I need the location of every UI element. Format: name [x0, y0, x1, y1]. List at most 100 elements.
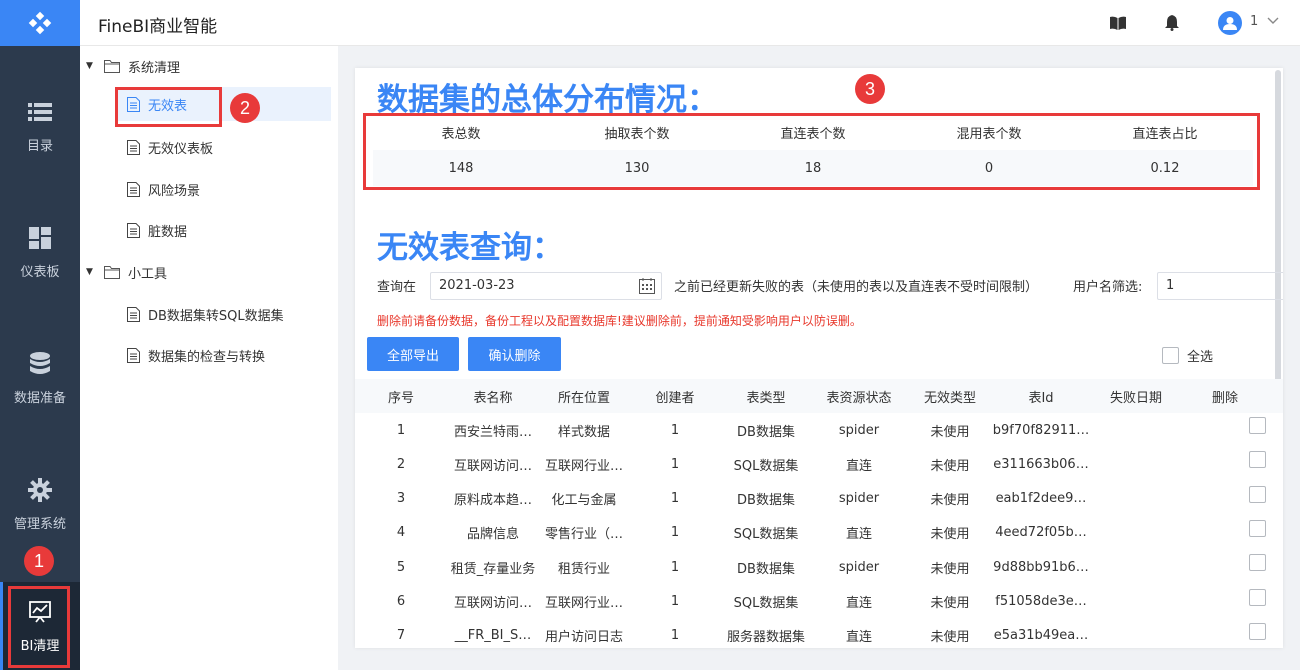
avatar[interactable] — [1218, 11, 1242, 35]
dashboard-icon — [27, 225, 53, 251]
column-header: 创建者 — [655, 390, 695, 406]
table-cell: 未使用 — [930, 527, 970, 543]
chevron-down-icon[interactable] — [1266, 12, 1280, 31]
app-logo[interactable] — [0, 0, 80, 46]
table-cell: 1 — [670, 559, 680, 575]
column-header: 无效类型 — [923, 390, 976, 406]
query-suffix-label: 之前已经更新失败的表（未使用的表以及直连表不受时间限制） — [674, 280, 1039, 295]
user-filter-input[interactable]: 1 — [1157, 272, 1283, 300]
callout-badge-2: 2 — [230, 93, 260, 123]
column-header: 表Id — [1028, 390, 1054, 406]
export-all-button[interactable]: 全部导出 — [367, 337, 459, 371]
row-delete-checkbox[interactable] — [1249, 519, 1266, 537]
table-header: 序号 表名称 所在位置 创建者 表类型 表资源状态 无效类型 表Id 失败日期 … — [355, 379, 1283, 413]
callout-box-invalid-table — [115, 87, 222, 127]
tree-item-label: 无效仪表板 — [148, 141, 214, 157]
nav-item-admin[interactable]: 管理系统 — [0, 454, 80, 554]
caret-down-icon: ▼ — [86, 61, 93, 71]
select-all-label: 全选 — [1187, 350, 1214, 365]
table-row: 3 原料成本趋… 化工与金属 1 DB数据集 spider 未使用 eab1f2dee9… — [355, 482, 1283, 516]
user-filter-label: 用户名筛选: — [1073, 280, 1143, 295]
row-delete-checkbox[interactable] — [1249, 554, 1266, 572]
section-title-query: 无效表查询： — [377, 230, 563, 266]
table-cell: 4eed72f05b… — [995, 525, 1087, 541]
table-cell: SQL数据集 — [733, 596, 799, 611]
callout-badge-1: 1 — [24, 546, 54, 576]
table-cell: 租赁行业 — [557, 561, 610, 577]
callout-box-stats — [363, 113, 1260, 190]
table-cell: 未使用 — [930, 561, 970, 577]
tree-item-label: 脏数据 — [148, 224, 188, 240]
tree-group-system-clean[interactable]: ▼ 系统清理 — [86, 49, 180, 83]
tree-item-label: 数据集的检查与转换 — [148, 349, 266, 365]
logo-icon — [28, 11, 52, 35]
table-cell: SQL数据集 — [733, 458, 799, 474]
table-cell: 未使用 — [930, 493, 970, 509]
column-header: 删除 — [1211, 390, 1238, 406]
nav-label: 数据准备 — [13, 390, 66, 406]
nav-item-data-prep[interactable]: 数据准备 — [0, 328, 80, 428]
tree-group-tools[interactable]: ▼ 小工具 — [86, 255, 167, 289]
select-all-checkbox[interactable] — [1162, 347, 1179, 364]
table-cell: e311663b06… — [993, 456, 1089, 472]
tree-item-dirty-data[interactable]: 脏数据 — [127, 213, 187, 247]
list-icon — [27, 99, 53, 125]
row-delete-checkbox[interactable] — [1249, 485, 1266, 503]
table-cell: 直连 — [845, 596, 872, 611]
user-icon — [1223, 17, 1237, 30]
document-icon — [127, 347, 140, 363]
nav-item-dashboard[interactable]: 仪表板 — [0, 202, 80, 302]
table-cell: 原料成本趋… — [453, 493, 532, 509]
document-icon — [127, 222, 140, 238]
table-cell: 1 — [670, 456, 680, 472]
folder-icon — [104, 265, 120, 279]
tree-panel: ▼ 系统清理 无效表 无效仪表板 风险场景 脏数据 ▼ 小工具 DB数据集转SQ… — [80, 46, 338, 670]
scrollbar[interactable] — [1275, 70, 1281, 405]
table-cell: 1 — [670, 525, 680, 541]
user-name[interactable]: 1 — [1250, 14, 1258, 29]
table-cell: 未使用 — [930, 458, 970, 474]
folder-icon — [104, 59, 120, 73]
table-cell: DB数据集 — [737, 493, 795, 509]
table-cell: 6 — [396, 594, 406, 609]
table-cell: 西安兰特雨… — [453, 424, 532, 440]
table-cell: 互联网访问… — [453, 596, 532, 611]
table-cell: eab1f2dee9… — [995, 491, 1087, 507]
tree-item-db-to-sql[interactable]: DB数据集转SQL数据集 — [127, 297, 284, 331]
table-row: 4 品牌信息 零售行业（… 1 SQL数据集 直连 未使用 4eed72f05b… — [355, 516, 1283, 550]
nav-label: 管理系统 — [13, 516, 66, 532]
date-input[interactable]: 2021-03-23 — [430, 272, 662, 300]
main-content: 数据集的总体分布情况： 表总数 抽取表个数 直连表个数 混用表个数 直连表占比 … — [355, 68, 1283, 648]
table-row: 5 租赁_存量业务 租赁行业 1 DB数据集 spider 未使用 9d88bb91b6… — [355, 550, 1283, 584]
table-cell: 用户访问日志 — [544, 630, 623, 646]
table-cell: 9d88bb91b6… — [993, 559, 1089, 575]
callout-box-bi-clean — [8, 586, 70, 668]
table-row: 2 互联网访问… 互联网行业… 1 SQL数据集 直连 未使用 e311663b06… — [355, 447, 1283, 481]
table-cell: 未使用 — [930, 596, 970, 611]
top-header: FineBI商业智能 1 — [80, 0, 1300, 46]
tree-item-invalid-dashboard[interactable]: 无效仪表板 — [127, 130, 213, 164]
tree-item-risk-scene[interactable]: 风险场景 — [127, 172, 200, 206]
select-all[interactable]: 全选 — [1162, 346, 1213, 365]
table-cell — [1089, 619, 1183, 648]
row-delete-checkbox[interactable] — [1249, 588, 1266, 606]
callout-badge-3: 3 — [855, 74, 885, 104]
bell-icon[interactable] — [1162, 13, 1182, 33]
book-icon[interactable] — [1108, 13, 1128, 33]
table-cell: 2 — [396, 456, 406, 472]
document-icon — [127, 139, 140, 155]
row-delete-checkbox[interactable] — [1249, 622, 1266, 640]
nav-item-catalog[interactable]: 目录 — [0, 76, 80, 176]
row-delete-checkbox[interactable] — [1249, 451, 1266, 469]
table-cell: 直连 — [845, 527, 872, 543]
table-cell: 互联网行业… — [544, 596, 623, 611]
tree-item-dataset-check[interactable]: 数据集的检查与转换 — [127, 338, 265, 372]
calendar-icon[interactable] — [639, 278, 655, 298]
confirm-delete-button[interactable]: 确认删除 — [468, 337, 561, 371]
table-cell — [1089, 550, 1183, 584]
table-cell: 3 — [396, 491, 406, 507]
table-cell: spider — [838, 559, 880, 575]
table-cell: 服务器数据集 — [726, 630, 805, 646]
row-delete-checkbox[interactable] — [1249, 417, 1266, 434]
column-header: 表名称 — [473, 390, 513, 406]
